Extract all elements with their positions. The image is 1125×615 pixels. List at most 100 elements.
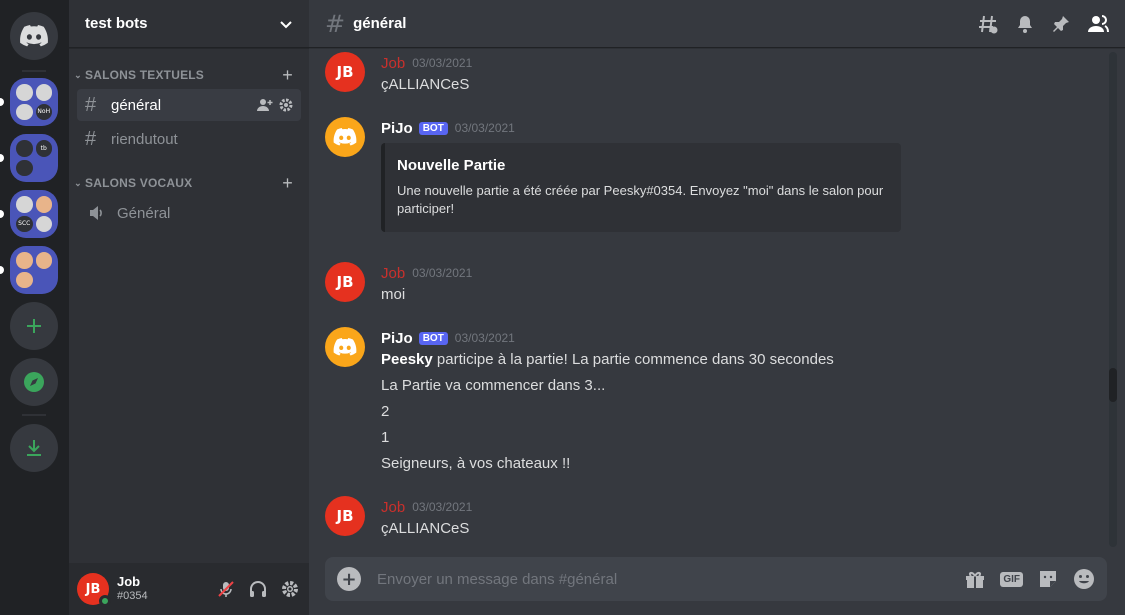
channel-riendutout[interactable]: # riendutout [77,123,301,155]
server-tile [16,271,33,288]
gear-icon[interactable] [279,98,293,112]
message-author[interactable]: PiJo [381,120,413,137]
server-tile: NoH [35,103,52,120]
hash-icon: # [325,9,346,38]
message-author[interactable]: Job [381,265,405,282]
server-tile [35,84,52,101]
create-channel-icon[interactable]: + [282,65,293,86]
server-folder-1[interactable]: NoH [10,78,58,126]
avatar-text: JB [336,507,354,525]
folder-indicator [0,154,4,162]
channel-general[interactable]: # général [77,89,301,121]
guild-name: test bots [85,15,148,32]
server-folder-4[interactable] [10,246,58,294]
message-timestamp: 03/03/2021 [412,56,473,70]
channel-title: général [353,15,407,32]
message: JB Job 03/03/2021 çALLIANCeS [325,52,1095,96]
channel-label: Général [117,204,171,222]
message-list: JB Job 03/03/2021 çALLIANCeS PiJo BOT 03… [309,48,1109,553]
member-list-icon[interactable] [1087,14,1109,34]
avatar[interactable] [325,117,365,157]
message-input[interactable]: Envoyer un message dans #général [377,571,964,588]
server-tile [35,196,52,213]
avatar-text: JB [336,63,354,81]
server-folder-3[interactable]: SCC [10,190,58,238]
add-attachment-button[interactable]: + [337,567,361,591]
message: JB Job 03/03/2021 çALLIANCeS [325,496,1095,540]
message-content: moi [381,286,406,303]
message-author[interactable]: Job [381,499,405,516]
pin-icon[interactable] [1051,14,1071,34]
home-button[interactable] [10,12,58,60]
message-composer[interactable]: + Envoyer un message dans #général GIF [325,557,1107,601]
threads-icon[interactable] [977,13,999,35]
server-tile [16,252,33,269]
chat-area: # général JB Job 03/03/2021 çALLIANCeS P… [309,0,1125,615]
channel-label: général [111,96,162,114]
message: PiJo BOT 03/03/2021 Nouvelle Partie Une … [325,117,1095,232]
rail-separator [22,70,46,72]
message-embed: Nouvelle Partie Une nouvelle partie a ét… [381,143,901,232]
explore-servers-button[interactable] [10,358,58,406]
avatar[interactable]: JB [325,496,365,536]
server-tile [16,196,33,213]
create-channel-icon[interactable]: + [282,173,293,194]
server-rail: NoH tb SCC [0,0,69,615]
online-status-icon [99,595,111,607]
avatar[interactable]: JB [325,262,365,302]
scrollbar-thumb[interactable] [1109,368,1117,402]
download-icon [27,440,41,456]
bell-icon[interactable] [1015,14,1035,34]
microphone-muted-icon [218,581,234,597]
channel-header: # général [309,0,1125,48]
bot-badge: BOT [418,121,448,135]
channel-label: riendutout [111,130,178,148]
avatar[interactable]: JB [77,573,111,607]
message-content: La Partie va commencer dans 3... [381,377,606,394]
server-tile [36,272,53,289]
rail-separator [22,414,46,416]
message-content: Seigneurs, à vos chateaux !! [381,455,571,472]
voice-channel-general[interactable]: Général [77,197,301,229]
emoji-icon[interactable] [1073,568,1095,590]
avatar[interactable]: JB [325,52,365,92]
message-timestamp: 03/03/2021 [412,500,473,514]
gift-icon[interactable] [964,568,986,590]
message-author[interactable]: Job [381,55,405,72]
discord-logo-icon [333,338,357,356]
message: PiJo BOT 03/03/2021 Peesky participe à l… [325,327,1095,475]
user-panel: JB Job #0354 [69,563,309,615]
server-tile: tb [35,140,52,157]
scrollbar[interactable] [1109,52,1117,547]
gif-button[interactable]: GIF [1000,571,1023,587]
user-info[interactable]: Job #0354 [117,574,215,603]
user-tag: #0354 [117,590,148,603]
chevron-down-icon [280,20,292,28]
message-content: 2 [381,403,390,420]
deafen-button[interactable] [247,578,269,600]
category-voice[interactable]: ⌄ SALONS VOCAUX + [69,173,309,193]
embed-description: Une nouvelle partie a été créée par Pees… [397,183,884,216]
message-text: participe à la partie! La partie commenc… [432,351,834,368]
mute-button[interactable] [215,578,237,600]
message-timestamp: 03/03/2021 [412,266,473,280]
download-apps-button[interactable] [10,424,58,472]
category-text[interactable]: ⌄ SALONS TEXTUELS + [69,65,309,85]
server-tile: SCC [16,215,33,232]
message-author[interactable]: PiJo [381,330,413,347]
guild-header[interactable]: test bots [69,0,309,48]
avatar-text: JB [85,581,101,597]
discord-logo-icon [333,128,357,146]
sticker-icon[interactable] [1037,568,1059,590]
avatar[interactable] [325,327,365,367]
user-settings-button[interactable] [279,578,301,600]
speaker-icon [90,206,102,220]
message-timestamp: 03/03/2021 [454,121,515,135]
hash-icon: # [85,128,97,150]
server-tile [16,103,33,120]
chevron-down-icon: ⌄ [74,177,82,188]
server-folder-2[interactable]: tb [10,134,58,182]
add-server-button[interactable] [10,302,58,350]
add-member-icon[interactable] [257,98,273,112]
bot-badge: BOT [418,331,448,345]
